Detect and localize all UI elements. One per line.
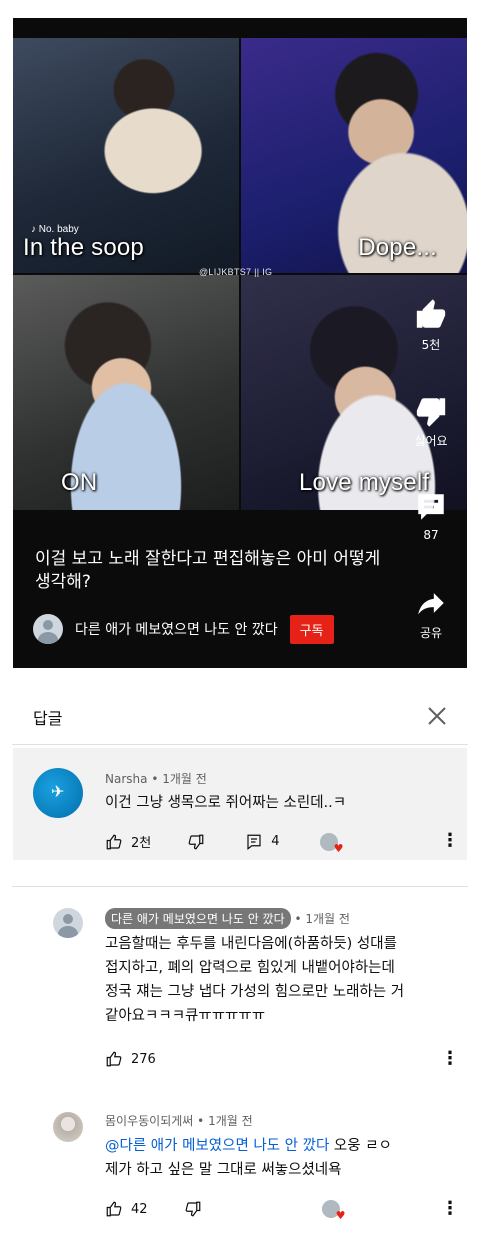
creator-heart: ♥	[321, 1200, 346, 1222]
comment-toolbar: 42 ♥	[105, 1200, 346, 1222]
comment-text-line: 정국 쟤는 그냥 냅다 가성의 힘으로만 노래하는 거	[105, 984, 405, 1000]
panel-label: In the soop	[23, 234, 144, 261]
channel-row: 다른 애가 메보였으면 나도 안 깠다 구독	[33, 614, 334, 644]
channel-name[interactable]: 다른 애가 메보였으면 나도 안 깠다	[75, 619, 278, 639]
comment-text-line: 제가 하고 싶은 말 그대로 써놓으셨네욕	[105, 1162, 342, 1178]
thumbs-up-icon	[106, 834, 122, 849]
comment-text: 고음할때는 후두를 내린다음에(하품하듯) 성대를 접지하고, 폐의 압력으로 …	[105, 932, 404, 1028]
comment-dislike-button[interactable]	[187, 833, 205, 851]
comment-time: 1개월 전	[162, 772, 207, 786]
thumbs-up-icon	[416, 299, 446, 328]
comment-author[interactable]: 몸이우동이되게써	[105, 1114, 193, 1128]
heart-icon: ♥	[319, 832, 344, 855]
comment-dislike-button[interactable]	[184, 1200, 202, 1218]
thumbs-down-icon	[188, 834, 204, 849]
watermark: @LIJKBTS7 || IG	[199, 267, 273, 277]
comment-text-line: 같아요ㅋㅋㅋ큐ㅠㅠㅠㅠㅠ	[105, 1008, 266, 1024]
video-panel-dope: Dope...	[241, 38, 467, 273]
comment-text-line: 접지하고, 폐의 압력으로 힘있게 내뱉어야하는데	[105, 960, 395, 976]
heart-icon: ♥	[321, 1200, 346, 1222]
comment-count: 87	[423, 528, 439, 542]
panel-label: Love myself	[299, 469, 430, 496]
thumbs-up-icon	[106, 1201, 122, 1217]
share-button[interactable]: 공유	[413, 586, 449, 641]
reply-comment: 다른 애가 메보였으면 나도 안 깠다 • 1개월 전 고음할때는 후두를 내린…	[13, 906, 467, 1076]
comment-meta: 다른 애가 메보였으면 나도 안 깠다 • 1개월 전	[105, 908, 350, 929]
comment-text: 이건 그냥 생목으로 쥐어짜는 소린데..ㅋ	[105, 795, 347, 811]
panel-label: Dope...	[358, 234, 437, 261]
video-panel-on: ON	[13, 275, 239, 510]
avatar[interactable]	[53, 908, 83, 938]
creator-badge[interactable]: 다른 애가 메보였으면 나도 안 깠다	[105, 908, 291, 929]
more-options-button[interactable]: ⋮	[441, 1050, 459, 1068]
like-count: 2천	[131, 836, 152, 851]
replies-panel-title: 답글	[33, 709, 63, 728]
like-count: 5천	[421, 338, 441, 352]
comment-replies-button[interactable]: 4	[245, 833, 280, 851]
thumbs-down-icon	[185, 1201, 200, 1217]
reply-comment: 몸이우동이되게써 • 1개월 전 @다른 애가 메보였으면 나도 안 깠다 오웅…	[13, 1110, 467, 1230]
reply-count: 4	[271, 834, 280, 849]
comment-text-line: 고음할때는 후두를 내린다음에(하품하듯) 성대를	[105, 936, 397, 952]
comment-text-line: @다른 애가 메보였으면 나도 안 깠다 오웅 ㄹㅇ	[105, 1134, 392, 1158]
comment-text-tail: 오웅 ㄹㅇ	[333, 1138, 392, 1154]
video-frame: ♪ No. baby In the soop Dope... ON Love m…	[13, 38, 467, 510]
thumbs-down-icon	[416, 398, 446, 427]
dislike-button[interactable]: 싫어요	[413, 394, 449, 449]
divider	[12, 744, 468, 745]
close-button[interactable]	[427, 706, 447, 726]
comment-highlighted: ✈ Narsha • 1개월 전 이건 그냥 생목으로 쥐어짜는 소린데..ㅋ …	[13, 748, 467, 860]
dislike-label: 싫어요	[414, 434, 448, 448]
creator-heart: ♥	[319, 832, 344, 855]
comment-text: @다른 애가 메보였으면 나도 안 깠다 오웅 ㄹㅇ 제가 하고 싶은 말 그대…	[105, 1134, 392, 1182]
comment-time: 1개월 전	[208, 1114, 253, 1128]
like-count: 42	[131, 1201, 148, 1217]
comment-author[interactable]: Narsha	[105, 772, 147, 786]
comment-like-button[interactable]: 42	[105, 1200, 148, 1218]
thumbs-up-icon	[106, 1051, 122, 1067]
comment-toolbar: 276	[105, 1050, 156, 1068]
comment-like-button[interactable]: 2천	[105, 832, 151, 851]
comment-like-button[interactable]: 276	[105, 1050, 156, 1068]
channel-avatar[interactable]	[33, 614, 63, 644]
more-options-button[interactable]: ⋮	[441, 832, 459, 850]
reply-icon	[247, 834, 261, 850]
comment-toolbar: 2천 4 ♥	[105, 832, 344, 855]
share-icon	[418, 593, 444, 615]
comment-icon	[418, 494, 444, 520]
close-icon	[428, 707, 446, 725]
avatar[interactable]	[53, 1112, 83, 1142]
avatar[interactable]: ✈	[33, 768, 83, 818]
divider	[12, 886, 468, 887]
comments-button[interactable]: 87	[413, 490, 449, 542]
share-label: 공유	[419, 626, 443, 640]
comment-meta: Narsha • 1개월 전	[105, 772, 207, 786]
like-button[interactable]: 5천	[413, 298, 449, 353]
more-options-button[interactable]: ⋮	[441, 1200, 459, 1218]
panel-label: ON	[61, 469, 98, 496]
mention-link[interactable]: @다른 애가 메보였으면 나도 안 깠다	[105, 1138, 329, 1154]
comment-time: 1개월 전	[305, 912, 350, 926]
comment-meta: 몸이우동이되게써 • 1개월 전	[105, 1114, 253, 1128]
subscribe-button[interactable]: 구독	[289, 614, 334, 644]
shorts-video-player[interactable]: ♪ No. baby In the soop Dope... ON Love m…	[13, 18, 467, 668]
video-panel-in-the-soop: ♪ No. baby In the soop	[13, 38, 239, 273]
like-count: 276	[131, 1051, 156, 1067]
video-caption: 이걸 보고 노래 잘한다고 편집해놓은 아미 어떻게 생각해?	[35, 549, 381, 592]
